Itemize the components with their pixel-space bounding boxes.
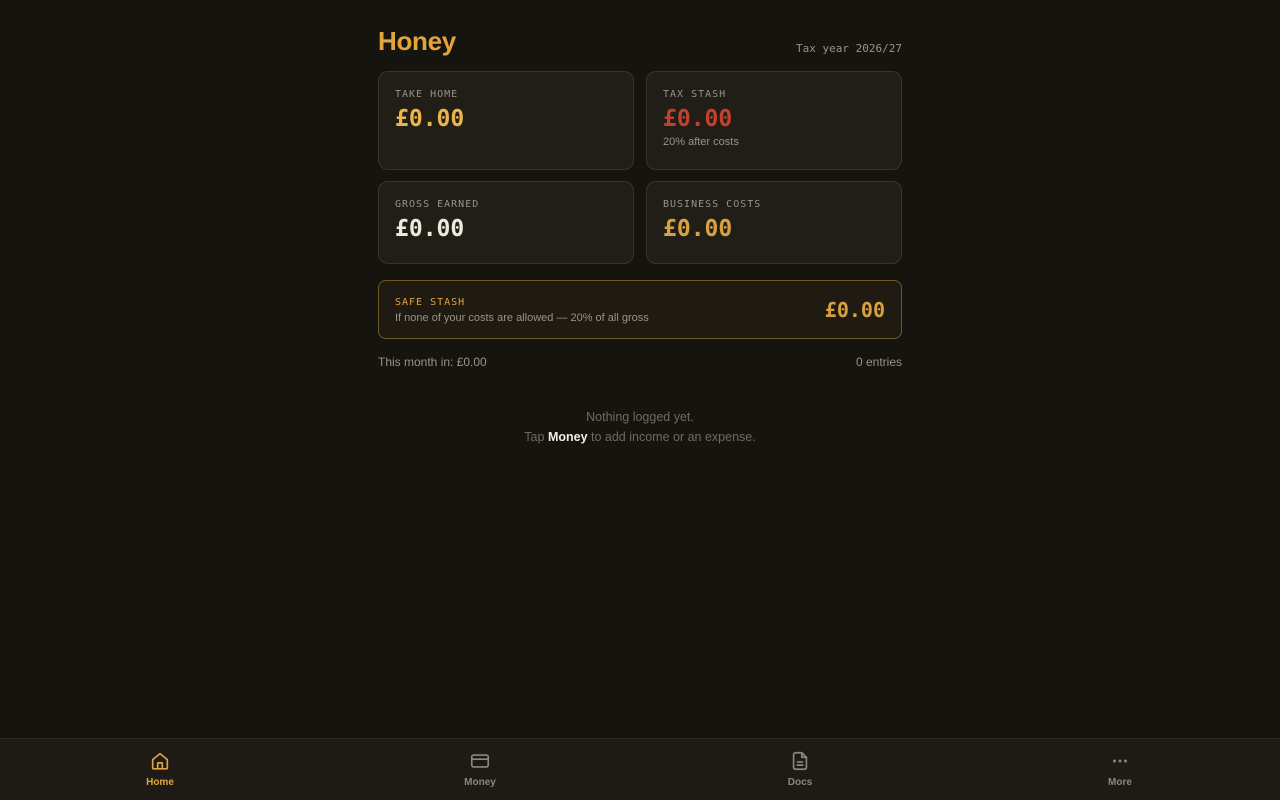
empty-state-line1: Nothing logged yet. (586, 410, 694, 424)
safe-stash-label: SAFE STASH (395, 296, 466, 308)
empty-state-money-link: Money (547, 430, 588, 444)
card-label: TAKE HOME (395, 89, 459, 100)
empty-state-line2: Tap Money to add income or an expense. (378, 427, 902, 447)
safe-stash-text: SAFE STASH If none of your costs are all… (395, 296, 649, 324)
card-icon (470, 754, 490, 768)
safe-stash-card: SAFE STASH If none of your costs are all… (378, 280, 902, 339)
app-title: Honey (378, 26, 456, 56)
nav-label-money: Money (464, 777, 496, 788)
nav-item-money[interactable]: Money (320, 739, 640, 800)
nav-item-more[interactable]: More (960, 739, 1280, 800)
business-costs-card: BUSINESS COSTS £0.00 (646, 181, 902, 264)
card-label: TAX STASH (663, 89, 727, 100)
nav-label-home: Home (146, 777, 174, 788)
empty-state: Nothing logged yet. Tap Money to add inc… (378, 407, 902, 447)
take-home-value: £0.00 (395, 106, 465, 132)
empty-state-suffix: to add income or an expense. (587, 430, 756, 444)
nav-label-more: More (1108, 777, 1132, 788)
empty-state-prefix: Tap (524, 430, 548, 444)
more-icon (1113, 759, 1127, 763)
safe-stash-value: £0.00 (824, 297, 885, 322)
nav-item-docs[interactable]: Docs (640, 739, 960, 800)
safe-stash-description: If none of your costs are allowed — 20% … (395, 311, 649, 324)
header: Honey Tax year 2026/27 (378, 24, 902, 56)
home-icon (151, 752, 169, 770)
bottom-nav: Home Money Docs More (0, 738, 1280, 800)
card-label: GROSS EARNED (395, 199, 480, 210)
document-icon (792, 751, 808, 771)
home-main: Honey Tax year 2026/27 TAKE HOME £0.00 T… (378, 24, 902, 447)
month-in-text: This month in: £0.00 (378, 355, 487, 369)
nav-label-docs: Docs (787, 777, 813, 788)
tax-stash-value: £0.00 (663, 106, 733, 132)
stats-grid: TAKE HOME £0.00 TAX STASH £0.00 20% afte… (378, 71, 902, 264)
entries-count: 0 entries (855, 355, 902, 369)
card-label: BUSINESS COSTS (663, 199, 762, 210)
tax-year-label: Tax year 2026/27 (796, 42, 902, 55)
gross-earned-card: GROSS EARNED £0.00 (378, 181, 634, 264)
tax-stash-card: TAX STASH £0.00 20% after costs (646, 71, 902, 170)
tax-stash-subtext: 20% after costs (663, 136, 739, 148)
take-home-card: TAKE HOME £0.00 (378, 71, 634, 170)
nav-item-home[interactable]: Home (0, 739, 320, 800)
monthly-summary: This month in: £0.00 0 entries (378, 355, 902, 369)
app-screen: Honey Tax year 2026/27 TAKE HOME £0.00 T… (0, 0, 1280, 800)
business-costs-value: £0.00 (663, 216, 733, 242)
gross-earned-value: £0.00 (395, 216, 465, 242)
